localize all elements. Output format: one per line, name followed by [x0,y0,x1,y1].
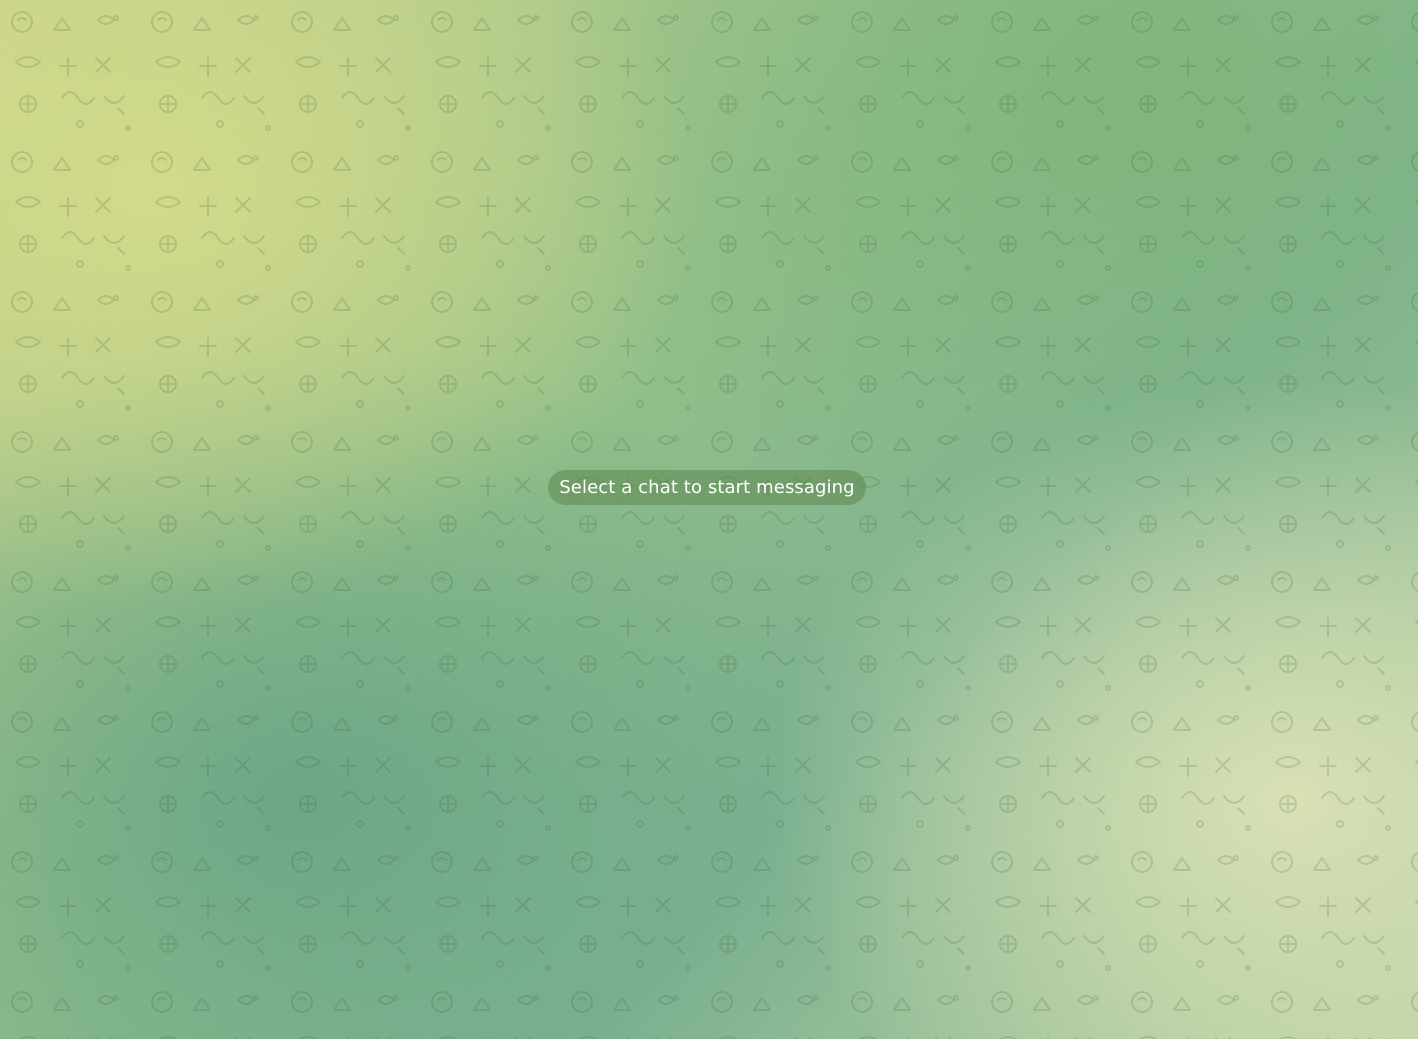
doodle-pattern [0,0,1418,1039]
chat-background: Select a chat to start messaging [0,0,1418,1039]
select-chat-placeholder: Select a chat to start messaging [548,470,866,505]
